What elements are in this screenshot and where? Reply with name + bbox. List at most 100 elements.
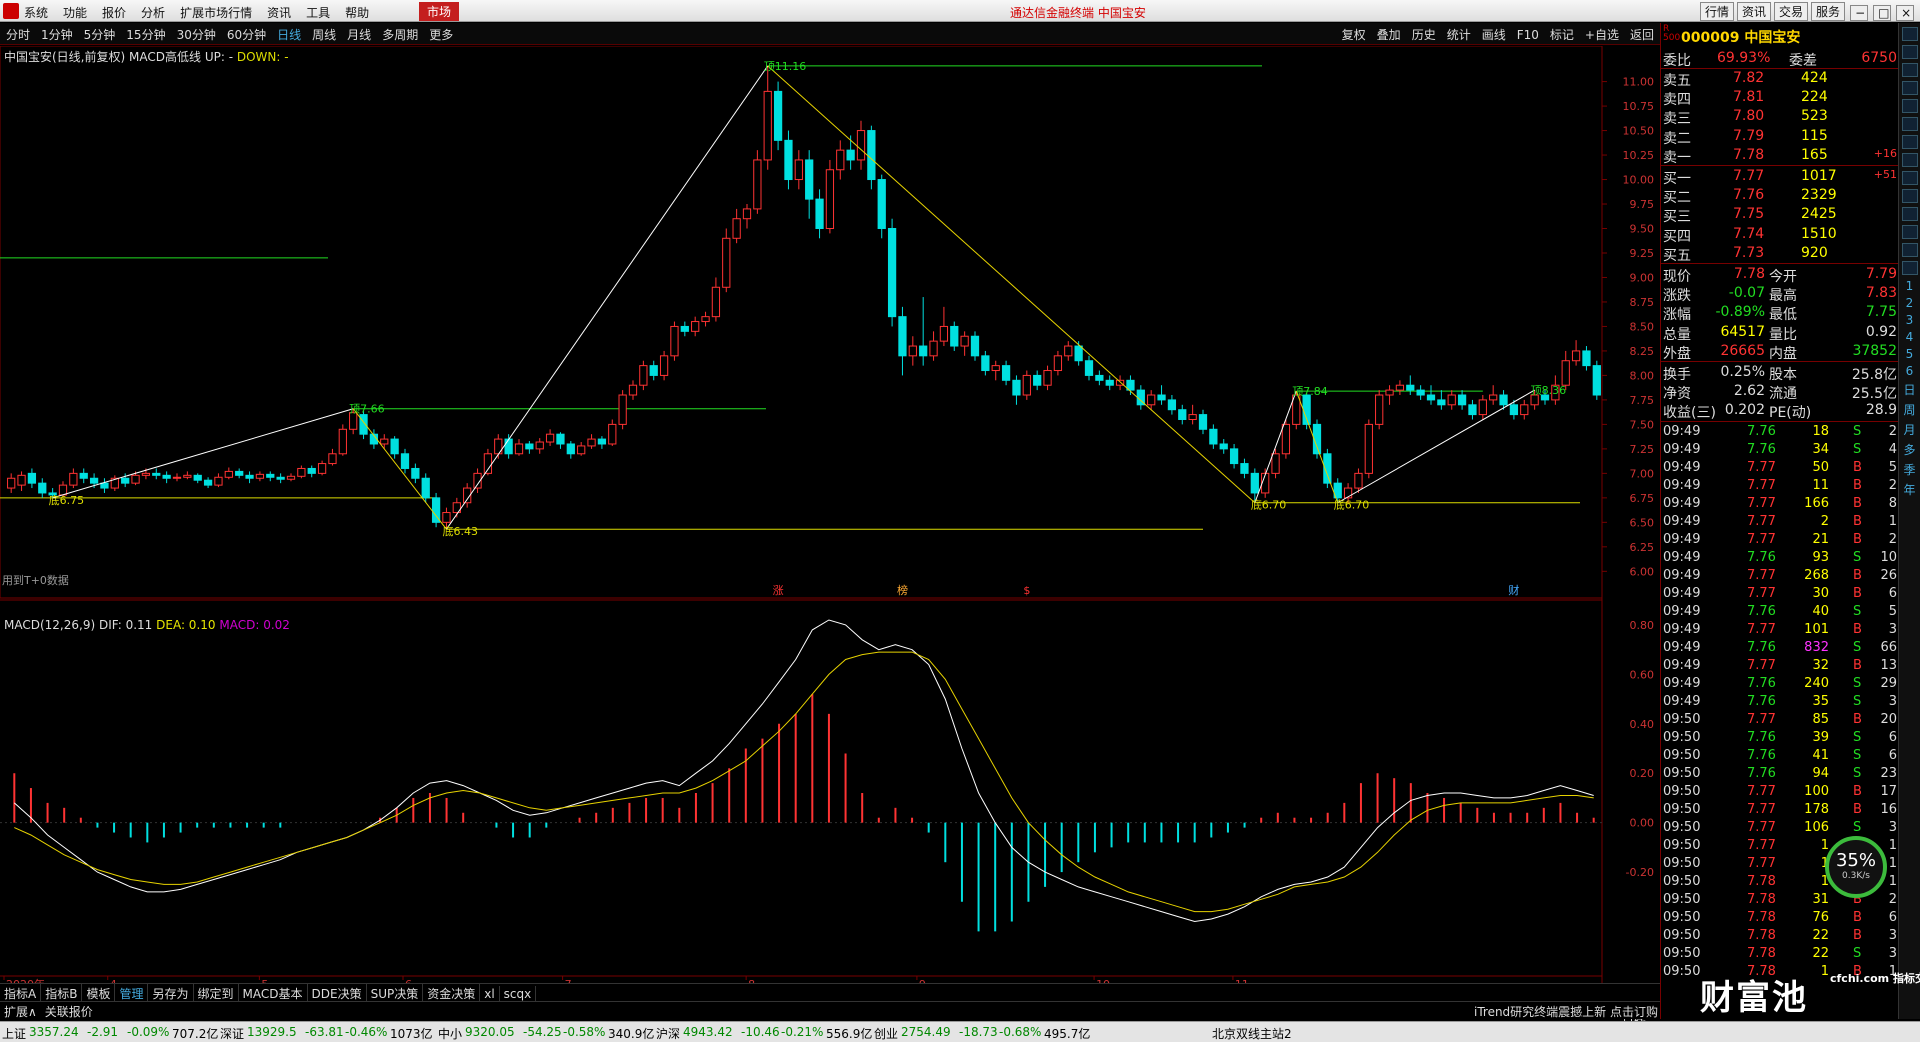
tool-button-6[interactable]: 标记 [1550, 28, 1574, 42]
side-tool-icon[interactable] [1902, 171, 1918, 185]
side-period-8[interactable]: 月 [1899, 421, 1920, 438]
menu-item-5[interactable]: 资讯 [267, 6, 291, 20]
sub-tab-0[interactable]: 扩展∧ [0, 1002, 41, 1021]
candle-body [79, 472, 88, 479]
network-speed-badge: 35% 0.3K/s [1825, 836, 1887, 898]
period-tab-2[interactable]: 5分钟 [84, 28, 116, 42]
side-period-5[interactable]: 6 [1899, 364, 1920, 378]
close-icon[interactable]: × [1896, 4, 1915, 21]
candle-body [919, 345, 928, 357]
top-button-2[interactable]: 交易 [1774, 2, 1809, 21]
side-tool-icon[interactable] [1902, 45, 1918, 59]
period-tab-8[interactable]: 月线 [347, 28, 371, 42]
stats2-row: 收益(三) 0.202 PE(动) 28.9 [1661, 401, 1899, 421]
side-tool-icon[interactable] [1902, 63, 1918, 77]
side-tool-icon[interactable] [1902, 261, 1918, 275]
period-tab-3[interactable]: 15分钟 [126, 28, 165, 42]
tick-time: 09:50 [1663, 945, 1701, 961]
menu-item-6[interactable]: 工具 [306, 6, 330, 20]
side-tool-icon[interactable] [1902, 135, 1918, 149]
menu-item-0[interactable]: 系统 [24, 6, 48, 20]
stats2-label2: 流通 [1769, 386, 1797, 403]
tool-button-2[interactable]: 历史 [1412, 28, 1436, 42]
side-tool-icon[interactable] [1902, 81, 1918, 95]
period-tab-10[interactable]: 更多 [429, 28, 453, 42]
minimize-icon[interactable]: − [1850, 4, 1869, 21]
bids-volume: 2425 [1801, 206, 1837, 223]
side-tool-icon[interactable] [1902, 117, 1918, 131]
top-button-3[interactable]: 服务 [1811, 2, 1846, 21]
tick-count: 66 [1880, 639, 1897, 655]
period-tab-7[interactable]: 周线 [312, 28, 336, 42]
macd-dea: DEA: 0.10 [156, 618, 216, 632]
tool-button-4[interactable]: 画线 [1482, 28, 1506, 42]
menu-item-3[interactable]: 分析 [141, 6, 165, 20]
tick-row: 09:50 7.78 76 B 6 [1661, 909, 1899, 927]
stats2-value2: 25.5亿 [1851, 386, 1897, 403]
market-button[interactable]: 市场 [419, 2, 460, 21]
side-tool-icon[interactable] [1902, 207, 1918, 221]
tool-button-8[interactable]: 返回 [1630, 28, 1654, 42]
maximize-icon[interactable]: □ [1873, 4, 1892, 21]
top-button-0[interactable]: 行情 [1700, 2, 1735, 21]
menu-item-4[interactable]: 扩展市场行情 [180, 6, 252, 20]
chart-canvas[interactable]: 11.00 10.75 10.50 10.25 10.00 9.75 9.50 9.25 9.0… [0, 46, 1660, 983]
period-tab-4[interactable]: 30分钟 [177, 28, 216, 42]
tick-count: 13 [1880, 657, 1897, 673]
server-name[interactable]: 北京双线主站2 [1212, 1025, 1292, 1042]
indicator-tab-11[interactable]: scqx [500, 986, 537, 1002]
period-tab-0[interactable]: 分时 [6, 28, 30, 42]
tick-volume: 34 [1812, 441, 1829, 457]
tool-button-0[interactable]: 复权 [1342, 28, 1366, 42]
index-name-3[interactable]: 沪深 [656, 1025, 680, 1042]
candle-body [805, 159, 814, 200]
side-period-1[interactable]: 2 [1899, 296, 1920, 310]
period-tab-9[interactable]: 多周期 [382, 28, 418, 42]
menu-item-7[interactable]: 帮助 [345, 6, 369, 20]
side-tool-icon[interactable] [1902, 189, 1918, 203]
candle-body [38, 482, 47, 494]
index-name-4[interactable]: 创业 [874, 1025, 898, 1042]
index-name-2[interactable]: 中小 [438, 1025, 462, 1042]
side-tool-icon[interactable] [1902, 99, 1918, 113]
tool-button-7[interactable]: +自选 [1585, 28, 1619, 42]
index-name-0[interactable]: 上证 [2, 1025, 26, 1042]
index-name-1[interactable]: 深证 [220, 1025, 244, 1042]
tick-count: 1 [1888, 873, 1897, 889]
side-period-2[interactable]: 3 [1899, 313, 1920, 327]
stats2-value: 0.25% [1720, 364, 1765, 380]
tool-button-3[interactable]: 统计 [1447, 28, 1471, 42]
tick-side: B [1853, 657, 1862, 673]
period-tab-5[interactable]: 60分钟 [227, 28, 266, 42]
candle-body [504, 438, 513, 455]
tick-row: 09:50 7.76 41 S 6 [1661, 747, 1899, 765]
sub-tab-1[interactable]: 关联报价 [41, 1002, 97, 1021]
side-period-7[interactable]: 周 [1899, 401, 1920, 418]
top-button-1[interactable]: 资讯 [1737, 2, 1772, 21]
period-tab-6[interactable]: 日线 [277, 28, 301, 42]
side-period-10[interactable]: 季 [1899, 461, 1920, 478]
side-period-0[interactable]: 1 [1899, 279, 1920, 293]
side-tool-icon[interactable] [1902, 153, 1918, 167]
tick-price: 7.77 [1747, 855, 1776, 871]
indicator-tab-10[interactable]: xl [480, 986, 500, 1002]
tick-row: 09:49 7.76 832 S 66 [1661, 639, 1899, 657]
chart-area[interactable]: 11.00 10.75 10.50 10.25 10.00 9.75 9.50 9.25 9.0… [0, 46, 1660, 1029]
tick-time: 09:49 [1663, 675, 1701, 691]
side-tool-icon[interactable] [1902, 225, 1918, 239]
menu-item-2[interactable]: 报价 [102, 6, 126, 20]
side-period-3[interactable]: 4 [1899, 330, 1920, 344]
side-period-4[interactable]: 5 [1899, 347, 1920, 361]
side-period-9[interactable]: 多 [1899, 441, 1920, 458]
tool-button-1[interactable]: 叠加 [1377, 28, 1401, 42]
period-tab-1[interactable]: 1分钟 [41, 28, 73, 42]
menu-item-1[interactable]: 功能 [63, 6, 87, 20]
stats-value2: 7.79 [1865, 266, 1897, 282]
news-ticker[interactable]: iTrend研究终端震撼上新 点击订购 [1474, 1003, 1658, 1020]
side-period-6[interactable]: 日 [1899, 381, 1920, 398]
side-period-11[interactable]: 年 [1899, 481, 1920, 498]
tick-count: 1 [1888, 837, 1897, 853]
tool-button-5[interactable]: F10 [1517, 28, 1539, 42]
side-tool-icon[interactable] [1902, 243, 1918, 257]
side-tool-icon[interactable] [1902, 27, 1918, 41]
